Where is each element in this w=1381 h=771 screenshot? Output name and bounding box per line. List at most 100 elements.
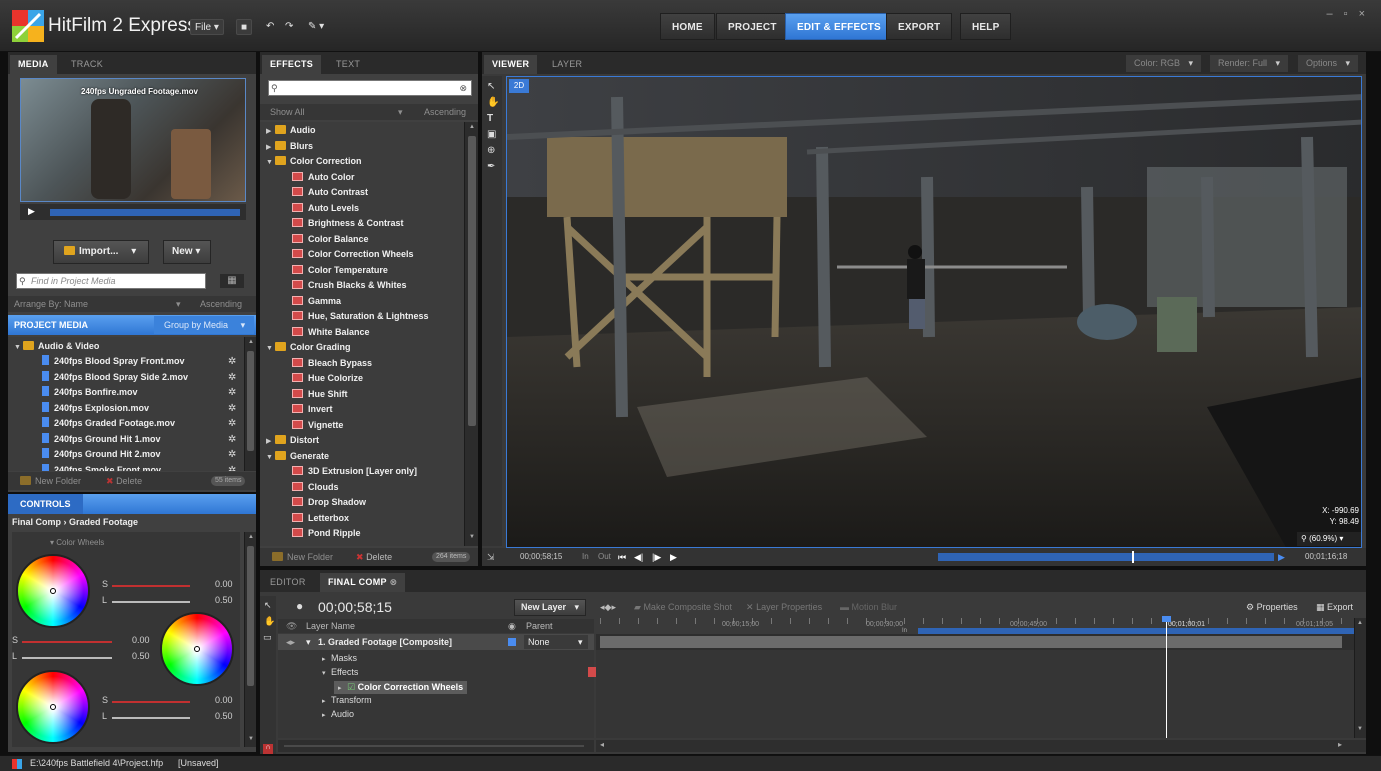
nav-project[interactable]: PROJECT	[716, 13, 789, 40]
effect-item[interactable]: Hue Shift	[292, 387, 348, 402]
nav-home[interactable]: HOME	[660, 13, 715, 40]
media-list-item[interactable]: 240fps Bonfire.mov ✲	[42, 385, 238, 400]
text-tool-icon[interactable]: T	[487, 114, 493, 124]
skip-start-icon[interactable]: ⏮	[618, 548, 626, 566]
view-toggle-button[interactable]: ▦	[220, 274, 244, 288]
controls-scrollbar[interactable]: ▲ ▼	[244, 532, 256, 747]
media-list-item[interactable]: 240fps Ground Hit 1.mov ✲	[42, 432, 238, 447]
playhead-handle[interactable]	[1162, 616, 1171, 622]
new-button[interactable]: New ▾	[163, 240, 211, 264]
redo-button[interactable]: ↷	[281, 19, 297, 35]
tab-layer[interactable]: LAYER	[544, 55, 590, 74]
media-list-item[interactable]: 240fps Ground Hit 2.mov ✲	[42, 447, 238, 462]
lightness-value[interactable]: 0.50	[215, 711, 233, 721]
mode-2d-badge[interactable]: 2D	[509, 79, 529, 93]
playhead[interactable]	[1132, 551, 1134, 563]
anchor-tool-icon[interactable]: ⊕	[487, 146, 495, 156]
midtones-color-wheel[interactable]	[160, 612, 234, 686]
make-composite-button[interactable]: ▰ Make Composite Shot	[634, 596, 732, 618]
effect-item[interactable]: Color Correction Wheels	[292, 247, 414, 262]
saturation-slider[interactable]	[22, 641, 112, 643]
layer-clip-bar[interactable]	[600, 636, 1342, 648]
set-out-button[interactable]: Out	[598, 548, 611, 566]
tab-text[interactable]: TEXT	[328, 55, 368, 74]
motion-blur-button[interactable]: ▬ Motion Blur	[840, 596, 897, 618]
delete-button[interactable]: ✖ Delete	[356, 548, 392, 566]
group-by-dropdown[interactable]: Group by Media ▾	[154, 316, 254, 334]
effect-folder[interactable]: ▼ Color Correction	[266, 154, 362, 169]
step-back-icon[interactable]: ◀|	[634, 548, 643, 566]
gear-icon[interactable]: ✲	[228, 447, 236, 462]
tools-menu[interactable]: ✎ ▾	[304, 19, 328, 35]
saturation-value[interactable]: 0.00	[215, 695, 233, 705]
saturation-value[interactable]: 0.00	[132, 635, 150, 645]
playhead-line[interactable]	[1166, 618, 1167, 738]
project-media-search-input[interactable]: ⚲ Find in Project Media	[16, 273, 206, 289]
effect-item[interactable]: White Balance	[292, 325, 370, 340]
tab-final-comp[interactable]: FINAL COMP ⊗	[320, 573, 406, 592]
effect-item[interactable]: Crush Blacks & Whites	[292, 278, 407, 293]
snap-icon[interactable]: ⇲	[487, 548, 495, 566]
select-tool-icon[interactable]: ↖	[487, 82, 495, 92]
layer-properties-button[interactable]: ✕ Layer Properties	[746, 596, 822, 618]
parent-dropdown[interactable]: None ▾	[524, 635, 588, 649]
lightness-slider[interactable]	[22, 657, 112, 659]
gear-icon[interactable]: ✲	[228, 385, 236, 400]
saturation-slider[interactable]	[112, 585, 190, 587]
lightness-value[interactable]: 0.50	[132, 651, 150, 661]
properties-button[interactable]: ⚙ Properties	[1246, 596, 1298, 618]
timeline-tracks[interactable]	[596, 616, 1354, 738]
effect-item[interactable]: Color Temperature	[292, 263, 388, 278]
gear-icon[interactable]: ✲	[228, 463, 236, 472]
shadows-color-wheel[interactable]	[16, 554, 90, 628]
tab-effects[interactable]: EFFECTS	[262, 55, 322, 74]
effect-item[interactable]: Bleach Bypass	[292, 356, 372, 371]
new-folder-button[interactable]: New Folder	[272, 548, 333, 566]
effect-item-color-correction-wheels[interactable]: ▸ ☑ Color Correction Wheels	[334, 681, 468, 694]
gear-icon[interactable]: ✲	[228, 416, 236, 431]
lightness-value[interactable]: 0.50	[215, 595, 233, 605]
effect-folder[interactable]: ▶ Distort	[266, 433, 319, 448]
time-ruler[interactable]: 00;00;15;00 00;00;30;00 00;00;45;00 00;0…	[596, 618, 1354, 634]
media-list-item[interactable]: 240fps Graded Footage.mov ✲	[42, 416, 238, 431]
pen-tool-icon[interactable]: ✒	[487, 162, 495, 172]
window-controls[interactable]: – ▫ ×	[1326, 8, 1369, 20]
hand-tool-icon[interactable]: ✋	[487, 98, 499, 108]
effect-item[interactable]: Letterbox	[292, 511, 349, 526]
zoom-dropdown[interactable]: ⚲ (60.9%) ▾	[1297, 532, 1361, 546]
set-in-button[interactable]: In	[582, 548, 589, 566]
export-button[interactable]: ▦ Export	[1316, 596, 1353, 618]
lightness-slider[interactable]	[112, 601, 190, 603]
effect-item[interactable]: Invert	[292, 402, 333, 417]
delete-button[interactable]: ✖ Delete	[106, 472, 142, 490]
saturation-slider[interactable]	[112, 701, 190, 703]
wheel-handle[interactable]	[50, 704, 56, 710]
effect-item[interactable]: Pond Ripple	[292, 526, 361, 541]
effect-folder[interactable]: ▼ Color Grading	[266, 340, 351, 355]
effects-row[interactable]: ▾ Effects	[322, 667, 358, 677]
chevron-down-icon[interactable]: ▾	[306, 634, 311, 650]
preview-scrubber[interactable]	[50, 209, 240, 216]
step-forward-icon[interactable]: |▶	[652, 548, 661, 566]
hand-tool-icon[interactable]: ✋	[264, 616, 275, 627]
import-button[interactable]: Import... ▾	[53, 240, 149, 264]
tab-track[interactable]: TRACK	[63, 55, 111, 74]
scroll-thumb[interactable]	[468, 136, 476, 426]
breadcrumb-final-comp[interactable]: Final Comp	[12, 517, 61, 527]
effect-item[interactable]: Vignette	[292, 418, 343, 433]
lightness-slider[interactable]	[112, 717, 190, 719]
highlights-color-wheel[interactable]	[16, 670, 90, 744]
media-list-item[interactable]: 240fps Explosion.mov ✲	[42, 401, 238, 416]
saturation-value[interactable]: 0.00	[215, 579, 233, 589]
render-mode-dropdown[interactable]: Render: Full ▾	[1210, 55, 1289, 72]
effect-folder[interactable]: ▶ Audio	[266, 123, 316, 138]
gear-icon[interactable]: ✲	[228, 432, 236, 447]
media-list-item[interactable]: 240fps Smoke Front.mov ✲	[42, 463, 238, 472]
undo-button[interactable]: ↶	[262, 19, 278, 35]
effect-item[interactable]: Color Balance	[292, 232, 369, 247]
effects-scrollbar[interactable]: ▲ ▼	[464, 122, 478, 546]
effect-folder[interactable]: ▶ Blurs	[266, 139, 313, 154]
folder-audio-video[interactable]: ▼ Audio & Video	[14, 339, 99, 354]
effect-item[interactable]: Gamma	[292, 294, 341, 309]
check-icon[interactable]: ☑	[347, 682, 355, 692]
